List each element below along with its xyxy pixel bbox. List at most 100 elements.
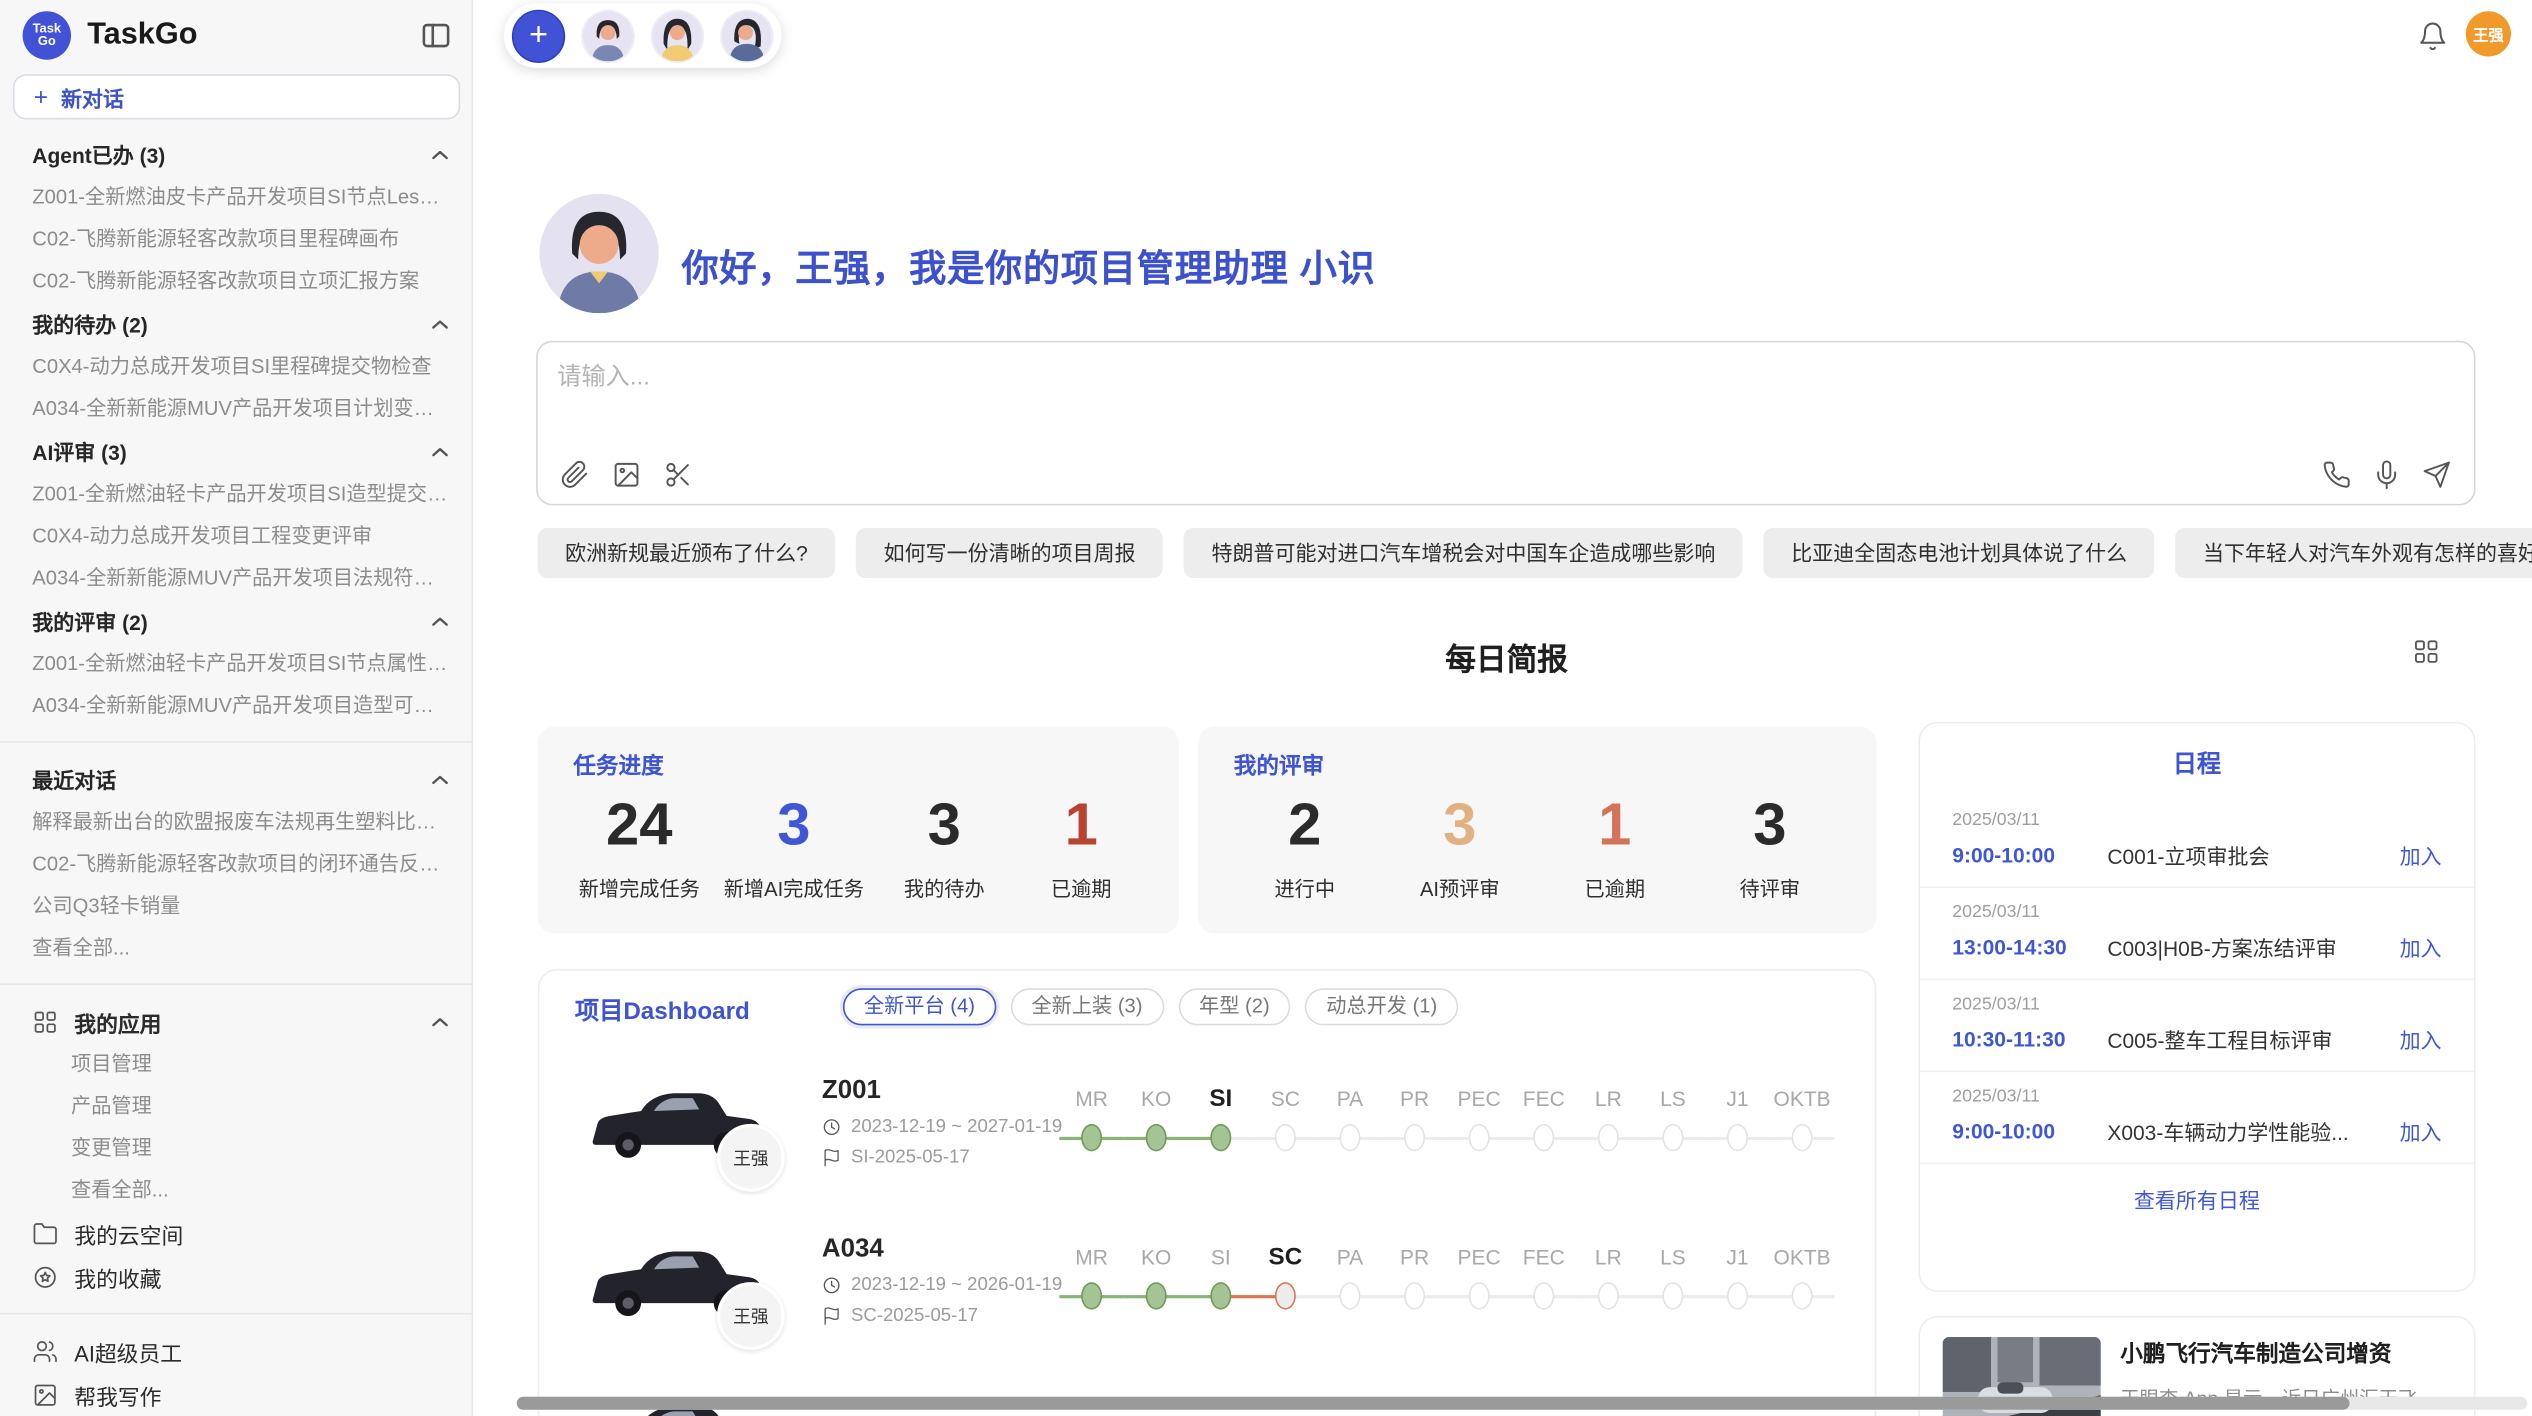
- my-apps-list: 项目管理产品管理变更管理查看全部...: [0, 1043, 472, 1211]
- sidebar-item-help-write[interactable]: 帮我写作: [0, 1373, 472, 1416]
- milestone-node[interactable]: [1662, 1282, 1683, 1309]
- recent-chat-item[interactable]: 查看全部...: [0, 927, 472, 969]
- project-row[interactable]: 王强 Z001 2023-12-19 ~ 2027-01-19 SI-2025-…: [539, 1064, 1874, 1222]
- milestone-node[interactable]: [1210, 1282, 1231, 1309]
- new-chat-button[interactable]: + 新对话: [13, 74, 460, 119]
- suggestion-chip[interactable]: 如何写一份清晰的项目周报: [856, 528, 1163, 578]
- dashboard-tab[interactable]: 全新平台 (4): [843, 988, 996, 1025]
- milestone: FEC: [1511, 1084, 1576, 1162]
- milestone-node[interactable]: [1792, 1124, 1813, 1151]
- dashboard-tab[interactable]: 全新上装 (3): [1010, 988, 1163, 1025]
- view-all-schedule-link[interactable]: 查看所有日程: [1920, 1184, 2474, 1215]
- sidebar-task-item[interactable]: Z001-全新燃油皮卡产品开发项目SI节点Lesson Learn报告: [0, 176, 472, 218]
- dashboard-tab[interactable]: 动总开发 (1): [1305, 988, 1458, 1025]
- sidebar-task-item[interactable]: C02-飞腾新能源轻客改款项目立项汇报方案: [0, 260, 472, 302]
- schedule-date: 2025/03/11: [1952, 811, 2441, 830]
- milestone-node[interactable]: [1662, 1124, 1683, 1151]
- attachment-icon[interactable]: [560, 460, 589, 489]
- send-icon[interactable]: [2422, 460, 2451, 489]
- sidebar-task-item[interactable]: A034-全新新能源MUV产品开发项目计划变更表编写: [0, 388, 472, 430]
- milestone-node[interactable]: [1275, 1282, 1296, 1309]
- milestone-node[interactable]: [1339, 1282, 1360, 1309]
- milestone-node[interactable]: [1469, 1124, 1490, 1151]
- milestone-label: KO: [1124, 1242, 1189, 1274]
- sidebar-item-ai-staff[interactable]: AI超级员工: [0, 1329, 472, 1373]
- milestone-node[interactable]: [1146, 1282, 1167, 1309]
- new-chat-label: 新对话: [61, 82, 124, 113]
- chat-input[interactable]: [554, 355, 2169, 439]
- milestone-node[interactable]: [1339, 1124, 1360, 1151]
- screenshot-scissors-icon[interactable]: [664, 460, 693, 489]
- suggestion-chip[interactable]: 欧洲新规最近颁布了什么?: [538, 528, 836, 578]
- sidebar-task-item[interactable]: Z001-全新燃油轻卡产品开发项目SI造型提交物评审: [0, 473, 472, 515]
- suggestion-chip[interactable]: 比亚迪全固态电池计划具体说了什么: [1764, 528, 2155, 578]
- sidebar-item-my-apps[interactable]: 我的应用: [0, 1000, 472, 1044]
- sidebar-collapse-icon[interactable]: [420, 19, 452, 51]
- recent-chat-item[interactable]: 公司Q3轻卡销量: [0, 885, 472, 927]
- recent-chat-item[interactable]: 解释最新出台的欧盟报废车法规再生塑料比例被调至15%...: [0, 801, 472, 843]
- milestone-node[interactable]: [1727, 1282, 1748, 1309]
- milestone-node[interactable]: [1275, 1124, 1296, 1151]
- horizontal-scrollbar-track[interactable]: [517, 1397, 2527, 1410]
- milestone-node[interactable]: [1081, 1124, 1102, 1151]
- schedule-item: 2025/03/11 10:30-11:30 C005-整车工程目标评审 加入: [1920, 980, 2474, 1072]
- dashboard-tab[interactable]: 年型 (2): [1178, 988, 1291, 1025]
- microphone-icon[interactable]: [2372, 460, 2401, 489]
- sidebar-task-item[interactable]: A034-全新新能源MUV产品开发项目造型可行性评审: [0, 685, 472, 727]
- schedule-time: 10:30-11:30: [1952, 1027, 2107, 1051]
- sidebar-task-item[interactable]: C02-飞腾新能源轻客改款项目里程碑画布: [0, 218, 472, 260]
- milestone-node[interactable]: [1081, 1282, 1102, 1309]
- suggestion-chip[interactable]: 当下年轻人对汽车外观有怎样的喜好趋势: [2176, 528, 2532, 578]
- project-owner-badge: 王强: [717, 1282, 785, 1350]
- milestone-node[interactable]: [1533, 1124, 1554, 1151]
- project-owner-badge: 王强: [717, 1124, 785, 1192]
- join-link[interactable]: 加入: [2400, 1024, 2442, 1055]
- sidebar-task-item[interactable]: A034-全新新能源MUV产品开发项目法规符合性评审: [0, 557, 472, 599]
- milestone-node[interactable]: [1469, 1282, 1490, 1309]
- agent-avatar[interactable]: [581, 9, 634, 62]
- sidebar-task-item[interactable]: C0X4-动力总成开发项目工程变更评审: [0, 515, 472, 557]
- milestone-node[interactable]: [1404, 1124, 1425, 1151]
- app-shortcut-item[interactable]: 产品管理: [0, 1085, 472, 1127]
- user-avatar[interactable]: 王强: [2466, 11, 2511, 56]
- app-shortcut-item[interactable]: 项目管理: [0, 1043, 472, 1085]
- milestone-node[interactable]: [1792, 1282, 1813, 1309]
- section-header-my-review[interactable]: 我的评审 (2): [0, 599, 472, 643]
- horizontal-scrollbar-thumb[interactable]: [517, 1397, 2350, 1410]
- suggestion-chip[interactable]: 特朗普可能对进口汽车增税会对中国车企造成哪些影响: [1184, 528, 1743, 578]
- notification-bell-icon[interactable]: [2417, 21, 2448, 52]
- milestone-node[interactable]: [1598, 1282, 1619, 1309]
- milestone-node[interactable]: [1598, 1124, 1619, 1151]
- milestone: LS: [1641, 1084, 1706, 1162]
- milestone-track: MR KO SI SC: [1059, 1084, 1834, 1162]
- sidebar-item-favorites[interactable]: 我的收藏: [0, 1255, 472, 1299]
- agent-avatar[interactable]: [720, 9, 773, 62]
- suggestion-chips: 欧洲新规最近颁布了什么? 如何写一份清晰的项目周报特朗普可能对进口汽车增税会对中国…: [538, 528, 2532, 578]
- phone-call-icon[interactable]: [2322, 460, 2351, 489]
- sidebar-task-item[interactable]: C0X4-动力总成开发项目SI里程碑提交物检查: [0, 346, 472, 388]
- milestone-node[interactable]: [1533, 1282, 1554, 1309]
- section-header-ai-review[interactable]: AI评审 (3): [0, 430, 472, 474]
- agent-avatar[interactable]: [651, 9, 704, 62]
- sidebar-item-cloud-space[interactable]: 我的云空间: [0, 1211, 472, 1255]
- schedule-list: 2025/03/11 9:00-10:00 C001-立项审批会 加入 2025…: [1920, 796, 2474, 1164]
- join-link[interactable]: 加入: [2400, 1116, 2442, 1147]
- app-shortcut-item[interactable]: 变更管理: [0, 1127, 472, 1169]
- recent-chat-item[interactable]: C02-飞腾新能源轻客改款项目的闭环通告反馈情况: [0, 843, 472, 885]
- app-shortcut-item[interactable]: 查看全部...: [0, 1169, 472, 1211]
- section-header-my-todo[interactable]: 我的待办 (2): [0, 302, 472, 346]
- section-header-agent-done[interactable]: Agent已办 (3): [0, 132, 472, 176]
- section-header-recent-chats[interactable]: 最近对话: [0, 757, 472, 801]
- project-row[interactable]: 王强 A034 2023-12-19 ~ 2026-01-19 SC-2025-…: [539, 1222, 1874, 1380]
- sidebar-task-item[interactable]: Z001-全新燃油轻卡产品开发项目SI节点属性5D文件评审: [0, 643, 472, 685]
- image-upload-icon[interactable]: [612, 460, 641, 489]
- milestone-node[interactable]: [1404, 1282, 1425, 1309]
- milestone-node[interactable]: [1146, 1124, 1167, 1151]
- layout-grid-icon[interactable]: [2413, 638, 2440, 665]
- milestone-node[interactable]: [1210, 1124, 1231, 1151]
- milestone-node[interactable]: [1727, 1124, 1748, 1151]
- add-agent-button[interactable]: +: [512, 9, 565, 62]
- join-link[interactable]: 加入: [2400, 840, 2442, 871]
- join-link[interactable]: 加入: [2400, 932, 2442, 963]
- my-apps-label: 我的应用: [74, 1005, 415, 1037]
